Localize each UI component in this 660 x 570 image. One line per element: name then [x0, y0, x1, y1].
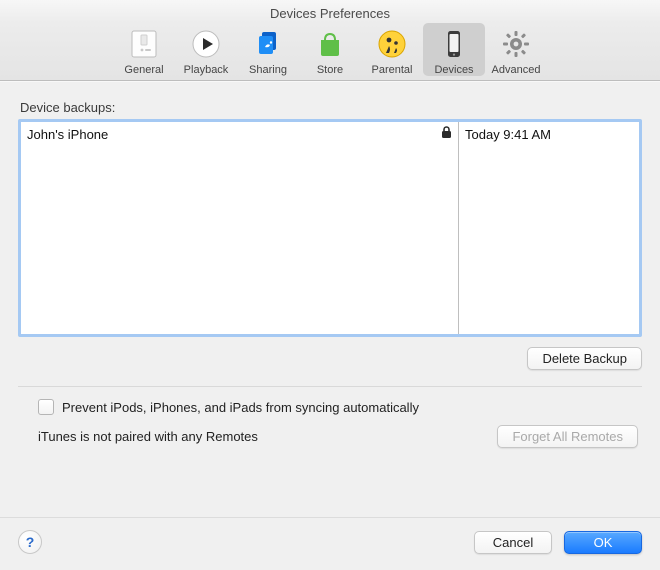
delete-backup-row: Delete Backup — [18, 347, 642, 370]
remotes-status: iTunes is not paired with any Remotes — [38, 429, 258, 444]
prefs-toolbar: General Playback Sharing — [0, 23, 660, 81]
parental-icon — [374, 26, 410, 62]
forget-all-remotes-button[interactable]: Forget All Remotes — [497, 425, 638, 448]
tab-general[interactable]: General — [113, 23, 175, 76]
tab-advanced[interactable]: Advanced — [485, 23, 547, 76]
lock-icon — [441, 126, 452, 142]
section-divider — [18, 386, 642, 387]
backups-table[interactable]: John's iPhone Today 9:41 AM — [18, 119, 642, 337]
backup-row[interactable]: John's iPhone — [21, 122, 458, 146]
tab-playback[interactable]: Playback — [175, 23, 237, 76]
preferences-window: Devices Preferences General Playba — [0, 0, 660, 570]
advanced-icon — [498, 26, 534, 62]
remotes-row: iTunes is not paired with any Remotes Fo… — [18, 425, 642, 448]
backups-name-column: John's iPhone — [21, 122, 459, 334]
ok-button[interactable]: OK — [564, 531, 642, 554]
device-backups-label: Device backups: — [20, 100, 642, 115]
tab-store[interactable]: Store — [299, 23, 361, 76]
prevent-sync-label: Prevent iPods, iPhones, and iPads from s… — [62, 400, 419, 415]
store-icon — [312, 26, 348, 62]
backup-row-time[interactable]: Today 9:41 AM — [459, 122, 639, 146]
window-title: Devices Preferences — [0, 0, 660, 23]
tab-store-label: Store — [317, 64, 343, 76]
tab-parental[interactable]: Parental — [361, 23, 423, 76]
devices-pane: Device backups: John's iPhone Today 9:41… — [0, 81, 660, 517]
backups-date-column: Today 9:41 AM — [459, 122, 639, 334]
tab-general-label: General — [124, 64, 163, 76]
sharing-icon — [250, 26, 286, 62]
tab-devices[interactable]: Devices — [423, 23, 485, 76]
backup-name: John's iPhone — [27, 127, 108, 142]
general-icon — [126, 26, 162, 62]
backup-time: Today 9:41 AM — [465, 127, 551, 142]
tab-parental-label: Parental — [372, 64, 413, 76]
playback-icon — [188, 26, 224, 62]
delete-backup-button[interactable]: Delete Backup — [527, 347, 642, 370]
devices-icon — [436, 26, 472, 62]
help-button[interactable]: ? — [18, 530, 42, 554]
prevent-sync-checkbox[interactable] — [38, 399, 54, 415]
tab-devices-label: Devices — [434, 64, 473, 76]
prevent-sync-row: Prevent iPods, iPhones, and iPads from s… — [18, 399, 642, 415]
dialog-footer: ? Cancel OK — [0, 517, 660, 570]
cancel-button[interactable]: Cancel — [474, 531, 552, 554]
tab-sharing-label: Sharing — [249, 64, 287, 76]
tab-playback-label: Playback — [184, 64, 229, 76]
tab-sharing[interactable]: Sharing — [237, 23, 299, 76]
tab-advanced-label: Advanced — [492, 64, 541, 76]
